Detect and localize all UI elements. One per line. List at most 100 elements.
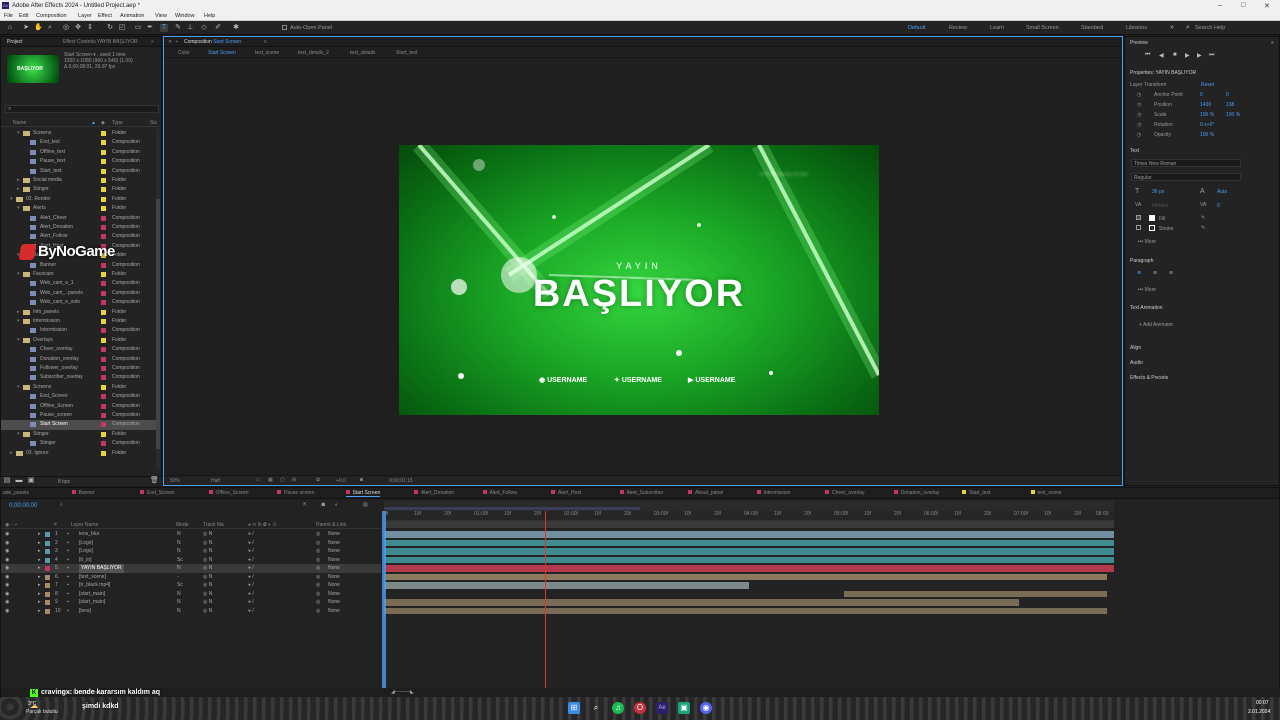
- layer-switches-icon[interactable]: ⚹ /: [248, 598, 254, 607]
- label-color-swatch[interactable]: [101, 375, 106, 381]
- lock-icon[interactable]: ▪: [176, 39, 178, 45]
- label-color-swatch[interactable]: [101, 413, 106, 418]
- project-row[interactable]: Cheer_overlay Composition: [1, 345, 157, 354]
- parent-pickwhip-icon[interactable]: ◎: [316, 564, 320, 573]
- project-row[interactable]: Alert_Cheer Composition: [1, 214, 157, 223]
- layer-switches-icon[interactable]: ⚹ /: [248, 547, 254, 556]
- mask-toggle-icon[interactable]: ▢: [280, 477, 285, 483]
- trash-icon[interactable]: 🗑: [150, 477, 159, 485]
- layer-switches-icon[interactable]: ⚹ /: [248, 581, 254, 590]
- add-animator-button[interactable]: + Add Animator: [1139, 322, 1173, 328]
- parent-dropdown[interactable]: None: [328, 590, 340, 599]
- label-color-swatch[interactable]: [101, 403, 106, 409]
- parent-pickwhip-icon[interactable]: ◎: [316, 556, 320, 565]
- parent-dropdown[interactable]: None: [328, 607, 340, 616]
- label-color-swatch[interactable]: [101, 422, 106, 428]
- new-folder-icon[interactable]: ▬: [15, 477, 23, 485]
- zoom-slider[interactable]: ◢———◣: [391, 689, 414, 695]
- timeline-tab[interactable]: End_Screen: [140, 490, 175, 496]
- first-frame-button[interactable]: ⏮: [1145, 52, 1150, 59]
- timeline-tab[interactable]: Intermission: [756, 490, 790, 496]
- expand-down-icon[interactable]: ▾: [17, 336, 20, 345]
- channel-icon[interactable]: ✿: [316, 477, 320, 483]
- audio-panel-label[interactable]: Audio: [1130, 360, 1143, 366]
- project-row[interactable]: Alert_Donation Composition: [1, 223, 157, 232]
- resolution-dropdown[interactable]: Half: [211, 478, 220, 484]
- layer-name[interactable]: [Logo]: [79, 539, 93, 548]
- timeline-tab[interactable]: Alert_Follow: [482, 490, 517, 496]
- track-matte-icon[interactable]: ◎ N: [203, 564, 212, 573]
- transform-value-1[interactable]: 0: [1200, 92, 1203, 98]
- col-mode[interactable]: Mode: [176, 522, 189, 528]
- expand-right-icon[interactable]: ▸: [38, 581, 41, 590]
- project-row[interactable]: Banner Composition: [1, 261, 157, 270]
- label-color-swatch[interactable]: [101, 262, 106, 268]
- label-color-swatch[interactable]: [101, 196, 106, 202]
- expand-right-icon[interactable]: ▸: [17, 308, 20, 317]
- align-center-icon[interactable]: ≡: [1153, 270, 1157, 277]
- workspace-menu-icon[interactable]: »: [1168, 24, 1176, 32]
- stopwatch-icon[interactable]: ◷: [1137, 112, 1141, 118]
- expand-right-icon[interactable]: ▸: [17, 176, 20, 185]
- comp-viewer[interactable]: YAYIN BAŞLIYOR YAYIN BAŞLIYOR ◉ USERNAME…: [399, 145, 879, 415]
- menu-view[interactable]: View: [155, 13, 167, 19]
- expand-right-icon[interactable]: ▸: [38, 598, 41, 607]
- label-color-swatch[interactable]: [101, 300, 106, 306]
- current-time[interactable]: 0;00;01;15: [389, 478, 413, 484]
- layer-mode-dropdown[interactable]: N: [177, 530, 181, 539]
- breadcrumb-start-text[interactable]: Start_text: [396, 50, 417, 56]
- menu-help[interactable]: Help: [204, 13, 215, 19]
- layer-label-color[interactable]: [45, 600, 50, 605]
- label-color-swatch[interactable]: [101, 215, 106, 221]
- visibility-eye-icon[interactable]: ◉: [5, 573, 9, 582]
- layer-switches-icon[interactable]: ⚹ /: [248, 530, 254, 539]
- parent-dropdown[interactable]: None: [328, 573, 340, 582]
- layer-row[interactable]: ◉ ▸ 8 ▪ [start_main] N ◎ N ⚹ / ◎ None: [1, 590, 381, 599]
- layer-row[interactable]: ◉ ▸ 4 ▪ [tr_in] Sc ◎ N ⚹ / ◎ None: [1, 556, 381, 565]
- interpret-footage-icon[interactable]: ▤: [3, 477, 11, 485]
- minimize-button[interactable]: –: [1218, 2, 1222, 9]
- project-row[interactable]: ▾ Facecam Folder: [1, 270, 157, 279]
- stroke-swatch[interactable]: [1149, 225, 1155, 231]
- taskbar-search-icon[interactable]: ⌕: [590, 702, 602, 714]
- comp-flowchart-icon[interactable]: ⇱: [303, 502, 307, 508]
- layer-duration-bar[interactable]: [384, 607, 1107, 614]
- label-color-swatch[interactable]: [101, 225, 106, 230]
- project-row[interactable]: Start Screen Composition: [1, 420, 157, 430]
- expand-right-icon[interactable]: ▸: [10, 449, 13, 458]
- stopwatch-icon[interactable]: ◷: [1137, 122, 1141, 128]
- layer-row[interactable]: ◉ ▸ 5 ▪ YAYIN BAŞLIYOR N ◎ N ⚹ / ◎ None: [1, 564, 381, 573]
- layer-label-color[interactable]: [45, 608, 50, 614]
- breadcrumb-text-details-2[interactable]: text_details_2: [298, 50, 329, 56]
- workspace-libraries[interactable]: Libraries: [1126, 25, 1147, 31]
- col-name[interactable]: Name: [13, 120, 26, 126]
- label-color-swatch[interactable]: [101, 168, 106, 174]
- project-row[interactable]: Web_cam_e_1 Composition: [1, 279, 157, 288]
- expand-right-icon[interactable]: ▸: [38, 564, 41, 573]
- fill-checkbox[interactable]: [1136, 215, 1141, 220]
- workspace-review[interactable]: Review: [949, 25, 967, 31]
- expand-down-icon[interactable]: ▾: [17, 430, 20, 439]
- layer-mode-dropdown[interactable]: Sc: [177, 556, 183, 565]
- workspace-default[interactable]: Default: [908, 25, 925, 31]
- region-of-interest-icon[interactable]: ▭: [256, 477, 261, 483]
- effects-presets-label[interactable]: Effects & Presets: [1130, 375, 1168, 381]
- expand-down-icon[interactable]: ▾: [10, 195, 13, 204]
- draft-3d-icon[interactable]: ☗: [321, 502, 325, 508]
- transform-value-1[interactable]: 0 x+0°: [1200, 122, 1214, 128]
- workspace-small-screen[interactable]: Small Screen: [1026, 25, 1059, 31]
- rectangle-tool-icon[interactable]: ▭: [134, 24, 142, 32]
- tab-effect-controls[interactable]: Effect Controls YAYIN BAŞLIYOR: [63, 39, 138, 45]
- visibility-eye-icon[interactable]: ◉: [5, 547, 9, 556]
- parent-dropdown[interactable]: None: [328, 598, 340, 607]
- maximize-button[interactable]: □: [1241, 2, 1245, 9]
- layer-label-color[interactable]: [45, 557, 50, 563]
- parent-pickwhip-icon[interactable]: ◎: [316, 539, 320, 548]
- layer-row[interactable]: ◉ ▸ 1 ▪ lens_blur N ◎ N ⚹ / ◎ None: [1, 530, 381, 539]
- layer-name[interactable]: [lens]: [79, 607, 91, 616]
- visibility-eye-icon[interactable]: ◉: [5, 581, 9, 590]
- expand-right-icon[interactable]: ▸: [17, 185, 20, 194]
- label-color-swatch[interactable]: [101, 337, 106, 343]
- layer-label-color[interactable]: [45, 583, 50, 588]
- zoom-tool-icon[interactable]: ⌕: [46, 24, 54, 32]
